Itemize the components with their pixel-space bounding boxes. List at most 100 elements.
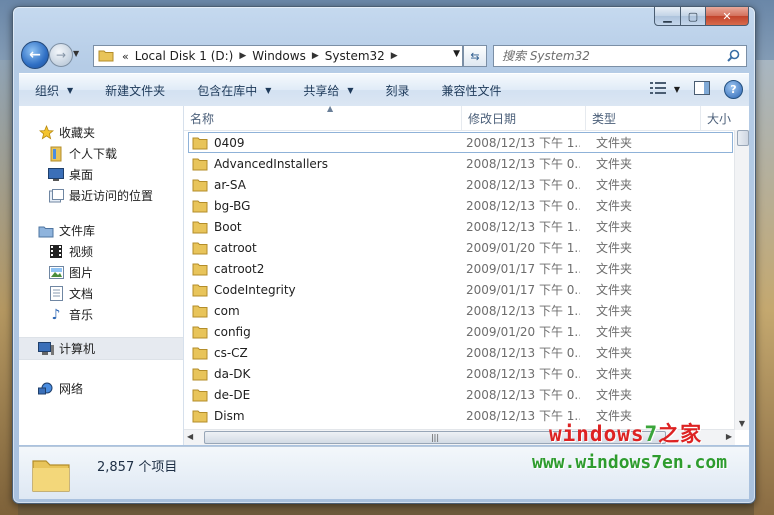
breadcrumb-local-disk[interactable]: Local Disk 1 (D:) <box>135 49 234 63</box>
column-header-type[interactable]: 类型 <box>586 106 701 130</box>
file-date: 2008/12/13 下午 1... <box>466 304 580 318</box>
file-date: 2008/12/13 下午 1... <box>466 136 580 150</box>
vertical-scroll-thumb[interactable] <box>737 130 749 146</box>
folder-icon <box>192 157 208 171</box>
file-name: da-DK <box>214 366 251 381</box>
preview-pane-button[interactable] <box>694 81 710 98</box>
close-button[interactable]: ✕ <box>706 6 749 26</box>
table-row[interactable]: config 2009/01/20 下午 1... 文件夹 <box>184 321 735 342</box>
nav-videos[interactable]: 视频 <box>19 241 183 262</box>
nav-downloads-label: 个人下载 <box>69 147 118 161</box>
search-icon[interactable] <box>727 49 740 65</box>
address-dropdown-icon[interactable]: ▼ <box>453 49 460 59</box>
nav-pictures[interactable]: 图片 <box>19 262 183 283</box>
minimize-icon: ▁ <box>663 9 672 23</box>
file-date: 2009/01/20 下午 1... <box>466 325 580 339</box>
pictures-icon <box>47 266 65 279</box>
table-row[interactable]: da-DK 2008/12/13 下午 0... 文件夹 <box>184 363 735 384</box>
chevron-down-icon: ▼ <box>67 85 74 95</box>
compat-files-label: 兼容性文件 <box>441 83 502 98</box>
chevron-down-icon: ▼ <box>73 49 80 58</box>
item-count: 2,857 个项目 <box>97 460 178 475</box>
music-note-icon: ♪ <box>51 306 61 323</box>
folder-icon <box>192 241 208 255</box>
table-row[interactable]: 0409 2008/12/13 下午 1... 文件夹 <box>188 132 733 153</box>
view-controls: ▼ ? <box>636 80 743 99</box>
nav-favorites[interactable]: 收藏夹 <box>19 122 183 143</box>
libraries-icon <box>37 224 55 238</box>
forward-button[interactable]: → <box>49 43 73 67</box>
file-type: 文件夹 <box>596 136 633 150</box>
recent-pages-button[interactable]: ▼ <box>73 49 79 58</box>
file-name: AdvancedInstallers <box>214 156 328 171</box>
column-header-name[interactable]: 名称 ▲ <box>184 106 462 130</box>
table-row[interactable]: bg-BG 2008/12/13 下午 0... 文件夹 <box>184 195 735 216</box>
breadcrumb-windows[interactable]: Windows <box>252 49 306 63</box>
back-button[interactable]: ← <box>21 41 49 69</box>
maximize-button[interactable]: ▢ <box>681 6 706 26</box>
help-icon[interactable]: ? <box>724 80 743 99</box>
search-box <box>493 45 747 67</box>
share-with-menu[interactable]: 共享给 ▼ <box>287 74 369 106</box>
file-name: com <box>214 303 240 318</box>
table-row[interactable]: CodeIntegrity 2009/01/17 下午 0... 文件夹 <box>184 279 735 300</box>
breadcrumb-separator-icon[interactable]: ▶ <box>312 51 319 61</box>
file-name: Boot <box>214 219 242 234</box>
address-overflow-chevron[interactable]: « <box>122 50 129 63</box>
network-icon <box>37 382 55 396</box>
watermark-logo: windows7之家 <box>549 422 703 446</box>
command-bar: 组织 ▼ 新建文件夹 包含在库中 ▼ 共享给 ▼ 刻录 兼容性文件 ▼ ? <box>19 73 749 107</box>
include-in-library-menu[interactable]: 包含在库中 ▼ <box>181 74 287 106</box>
nav-computer[interactable]: 计算机 <box>19 337 183 360</box>
table-row[interactable]: cs-CZ 2008/12/13 下午 0... 文件夹 <box>184 342 735 363</box>
refresh-button[interactable]: ⇆ <box>463 45 487 67</box>
nav-recent-places[interactable]: 最近访问的位置 <box>19 185 183 206</box>
compatibility-files-button[interactable]: 兼容性文件 <box>426 74 518 106</box>
nav-downloads[interactable]: 个人下载 <box>19 143 183 164</box>
minimize-button[interactable]: ▁ <box>654 6 681 26</box>
breadcrumb-system32[interactable]: System32 <box>325 49 385 63</box>
table-row[interactable]: ar-SA 2008/12/13 下午 0... 文件夹 <box>184 174 735 195</box>
column-size-label: 大小 <box>707 111 732 126</box>
column-header-size[interactable]: 大小 <box>701 106 735 130</box>
scroll-left-icon[interactable]: ◀ <box>187 432 193 441</box>
file-name: 0409 <box>214 135 245 150</box>
breadcrumb: Local Disk 1 (D:) ▶ Windows ▶ System32 ▶ <box>135 49 404 63</box>
table-row[interactable]: catroot 2009/01/20 下午 1... 文件夹 <box>184 237 735 258</box>
new-folder-label: 新建文件夹 <box>105 83 166 98</box>
file-date: 2008/12/13 下午 0... <box>466 388 580 402</box>
breadcrumb-separator-icon[interactable]: ▶ <box>239 51 246 61</box>
nav-documents[interactable]: 文档 <box>19 283 183 304</box>
column-type-label: 类型 <box>592 111 617 126</box>
folder-icon <box>192 136 208 150</box>
organize-menu[interactable]: 组织 ▼ <box>19 74 89 106</box>
scroll-right-icon[interactable]: ▶ <box>726 432 732 441</box>
forward-arrow-icon: → <box>55 48 67 62</box>
table-row[interactable]: AdvancedInstallers 2008/12/13 下午 0... 文件… <box>184 153 735 174</box>
file-rows: 0409 2008/12/13 下午 1... 文件夹 AdvancedInst… <box>184 132 735 426</box>
video-icon <box>47 244 65 259</box>
breadcrumb-separator-icon[interactable]: ▶ <box>391 51 398 61</box>
scroll-down-icon[interactable]: ▼ <box>735 416 749 430</box>
burn-button[interactable]: 刻录 <box>370 74 426 106</box>
nav-network[interactable]: 网络 <box>19 378 183 399</box>
folder-icon <box>192 199 208 213</box>
vertical-scrollbar[interactable]: ▲ ▼ <box>734 130 749 430</box>
column-header-date[interactable]: 修改日期 <box>462 106 586 130</box>
table-row[interactable]: catroot2 2009/01/17 下午 1... 文件夹 <box>184 258 735 279</box>
table-row[interactable]: Boot 2008/12/13 下午 1... 文件夹 <box>184 216 735 237</box>
file-type: 文件夹 <box>596 325 633 339</box>
column-name-label: 名称 <box>190 111 215 126</box>
folder-icon <box>192 346 208 360</box>
search-input[interactable] <box>500 46 714 66</box>
table-row[interactable]: de-DE 2008/12/13 下午 0... 文件夹 <box>184 384 735 405</box>
nav-documents-label: 文档 <box>69 287 94 301</box>
nav-music[interactable]: ♪ 音乐 <box>19 304 183 325</box>
nav-libraries[interactable]: 文件库 <box>19 220 183 241</box>
address-bar[interactable]: « Local Disk 1 (D:) ▶ Windows ▶ System32… <box>93 45 463 67</box>
new-folder-button[interactable]: 新建文件夹 <box>89 74 181 106</box>
nav-desktop[interactable]: 桌面 <box>19 164 183 185</box>
file-name: de-DE <box>214 387 251 402</box>
table-row[interactable]: com 2008/12/13 下午 1... 文件夹 <box>184 300 735 321</box>
view-options-button[interactable]: ▼ <box>649 82 680 97</box>
